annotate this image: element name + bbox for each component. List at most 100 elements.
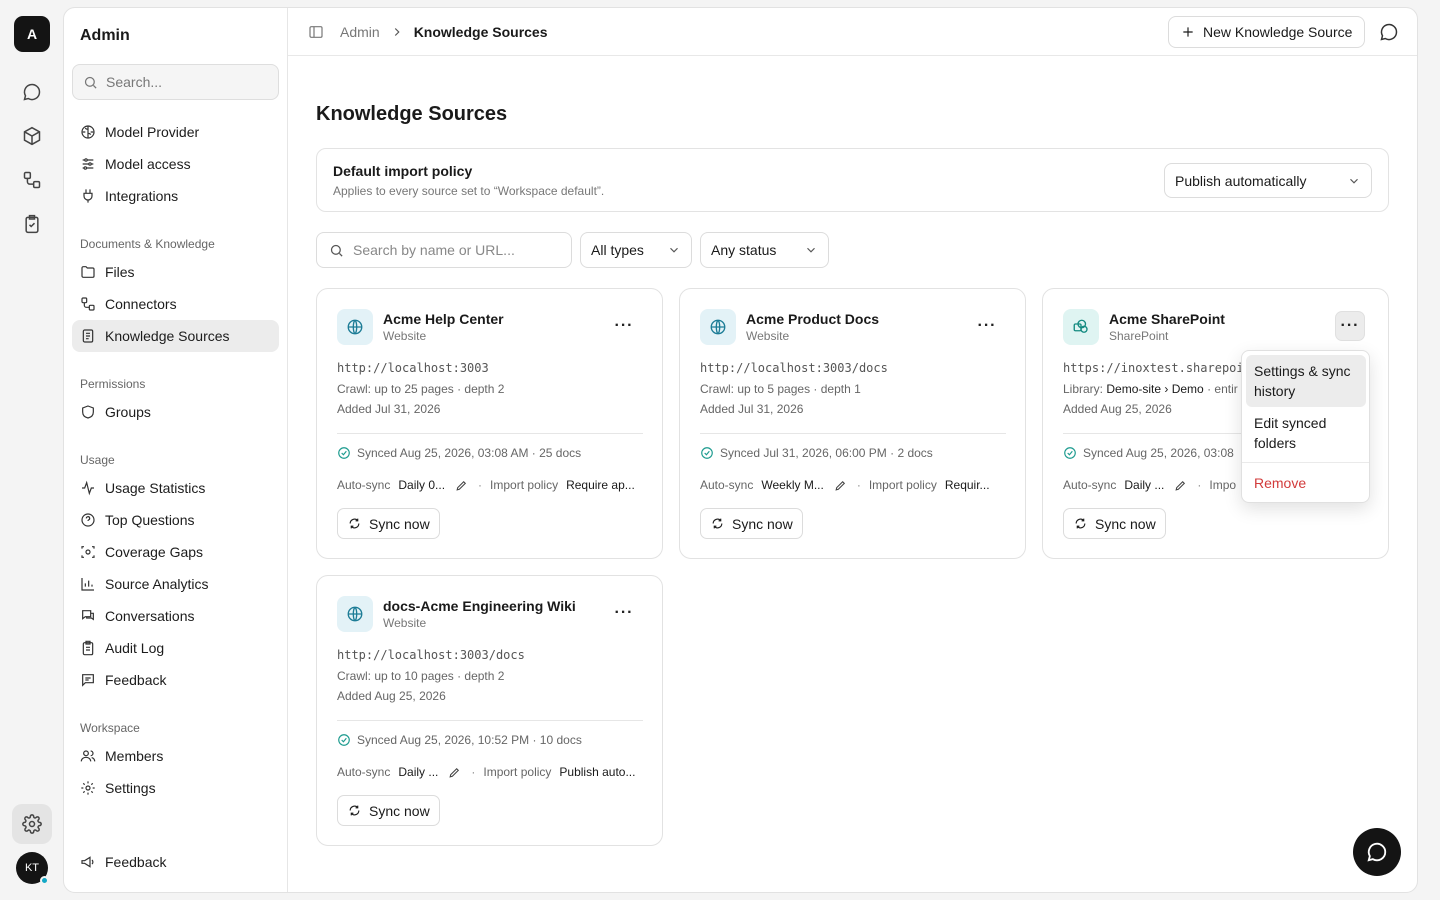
sidebar-item-knowledge-sources[interactable]: Knowledge Sources: [72, 320, 279, 352]
import-policy-value[interactable]: Require ap...: [566, 478, 635, 492]
source-card: docs-Acme Engineering Wiki Website ··· h…: [316, 575, 663, 846]
sidebar-feedback-button[interactable]: Feedback: [72, 846, 279, 878]
sidebar-item-integrations[interactable]: Integrations: [72, 180, 279, 212]
library-label: Library:: [1063, 382, 1104, 396]
pencil-icon[interactable]: [834, 479, 847, 492]
refresh-icon: [712, 518, 723, 529]
more-options-button[interactable]: ···: [609, 311, 639, 341]
card-synced-text: Synced Aug 25, 2026, 03:08: [1083, 446, 1234, 460]
sidebar-item-members[interactable]: Members: [72, 740, 279, 772]
card-sync-status: Synced Aug 25, 2026, 03:08: [1063, 446, 1234, 460]
source-card: Acme Product Docs Website ··· http://loc…: [679, 288, 1026, 559]
sidebar-item-model-provider[interactable]: Model Provider: [72, 116, 279, 148]
sidebar-title: Admin: [80, 27, 130, 44]
workflow-icon[interactable]: [16, 164, 48, 196]
card-name[interactable]: Acme SharePoint: [1109, 311, 1225, 327]
sidebar-item-label: Connectors: [105, 296, 177, 312]
sidebar-item-label: Model Provider: [105, 124, 200, 140]
card-type: Website: [746, 329, 790, 343]
sidebar-item-groups[interactable]: Groups: [72, 396, 279, 428]
sidebar-toggle-icon[interactable]: [308, 24, 324, 40]
policy-title: Default import policy: [333, 163, 473, 179]
brain-icon: [81, 125, 95, 139]
source-search-input[interactable]: Search by name or URL...: [316, 232, 572, 268]
more-options-button[interactable]: ···: [609, 598, 639, 628]
card-name[interactable]: Acme Product Docs: [746, 311, 879, 327]
status-filter-select[interactable]: Any status: [700, 232, 829, 268]
sidebar-item-top-questions[interactable]: Top Questions: [72, 504, 279, 536]
import-policy-label: Import policy: [483, 765, 552, 779]
card-name[interactable]: docs-Acme Engineering Wiki: [383, 598, 576, 614]
breadcrumb-admin[interactable]: Admin: [340, 24, 380, 40]
import-policy-value[interactable]: Requir...: [945, 478, 990, 492]
settings-gear-icon[interactable]: [12, 804, 52, 844]
sidebar-item-model-access[interactable]: Model access: [72, 148, 279, 180]
menu-item-settings-sync-history[interactable]: Settings & sync history: [1246, 355, 1366, 407]
sidebar-item-coverage-gaps[interactable]: Coverage Gaps: [72, 536, 279, 568]
chevron-down-icon: [1350, 178, 1358, 184]
sidebar-item-files[interactable]: Files: [72, 256, 279, 288]
sync-now-button[interactable]: Sync now: [700, 508, 803, 539]
sidebar-item-label: Settings: [105, 780, 156, 796]
card-url: http://localhost:3003/docs: [700, 361, 888, 375]
message-square-icon: [82, 674, 94, 687]
sidebar-item-settings[interactable]: Settings: [72, 772, 279, 804]
new-knowledge-source-button[interactable]: New Knowledge Source: [1168, 16, 1365, 48]
chat-bubble-icon[interactable]: [1379, 22, 1399, 42]
auto-sync-label: Auto-sync: [337, 478, 391, 492]
type-filter-select[interactable]: All types: [580, 232, 692, 268]
admin-sidebar: Admin Search... Model Provider Model acc…: [64, 8, 288, 892]
card-auto-sync-row: Auto-sync Daily 0... · Import policy Req…: [337, 478, 635, 492]
card-added-date: Added Aug 25, 2026: [337, 689, 446, 703]
sync-now-label: Sync now: [369, 802, 430, 819]
pencil-icon[interactable]: [448, 766, 461, 779]
sidebar-item-conversations[interactable]: Conversations: [72, 600, 279, 632]
import-policy-label: Import policy: [490, 478, 559, 492]
pencil-icon[interactable]: [455, 479, 468, 492]
activity-icon: [82, 480, 94, 496]
policy-select[interactable]: Publish automatically: [1164, 163, 1372, 198]
chat-icon[interactable]: [16, 76, 48, 108]
refresh-icon: [1075, 518, 1086, 529]
menu-item-edit-synced-folders[interactable]: Edit synced folders: [1246, 407, 1366, 459]
sidebar-item-label: Conversations: [105, 608, 195, 624]
pencil-icon[interactable]: [1174, 479, 1187, 492]
auto-sync-label: Auto-sync: [700, 478, 754, 492]
card-type: Website: [383, 616, 427, 630]
gear-icon: [81, 781, 95, 795]
import-policy-label: Impo: [1209, 478, 1237, 492]
sync-now-button[interactable]: Sync now: [337, 508, 440, 539]
sidebar-item-connectors[interactable]: Connectors: [72, 288, 279, 320]
workspace-badge[interactable]: A: [14, 16, 50, 52]
sidebar-feedback-label: Feedback: [105, 854, 167, 870]
sidebar-item-feedback[interactable]: Feedback: [72, 664, 279, 696]
card-type: Website: [383, 329, 427, 343]
section-label-documents: Documents & Knowledge: [80, 237, 215, 251]
sidebar-item-source-analytics[interactable]: Source Analytics: [72, 568, 279, 600]
sidebar-item-usage-statistics[interactable]: Usage Statistics: [72, 472, 279, 504]
more-options-button[interactable]: ···: [972, 311, 1002, 341]
auto-sync-value: Weekly M...: [761, 478, 824, 492]
sidebar-item-label: Members: [105, 748, 164, 764]
refresh-icon: [349, 805, 360, 816]
sync-now-button[interactable]: Sync now: [337, 795, 440, 826]
more-options-button[interactable]: ···: [1335, 311, 1365, 341]
import-policy-value[interactable]: Publish auto...: [559, 765, 635, 779]
shield-icon: [82, 405, 94, 419]
section-label-usage: Usage: [80, 453, 115, 467]
sidebar-item-audit-log[interactable]: Audit Log: [72, 632, 279, 664]
scan-icon: [81, 546, 95, 558]
search-icon: [84, 76, 97, 89]
clipboard-check-icon[interactable]: [16, 208, 48, 240]
sidebar-search-input[interactable]: Search...: [72, 64, 279, 100]
card-name[interactable]: Acme Help Center: [383, 311, 504, 327]
menu-item-remove[interactable]: Remove: [1246, 467, 1366, 499]
card-auto-sync-row: Auto-sync Daily ... · Import policy Publ…: [337, 765, 635, 779]
plug-icon: [83, 189, 93, 203]
sidebar-item-label: Groups: [105, 404, 151, 420]
import-policy-label: Import policy: [868, 478, 937, 492]
avatar[interactable]: KT: [16, 852, 49, 885]
cube-icon[interactable]: [16, 120, 48, 152]
chat-launcher-button[interactable]: [1353, 828, 1401, 876]
sync-now-button[interactable]: Sync now: [1063, 508, 1166, 539]
